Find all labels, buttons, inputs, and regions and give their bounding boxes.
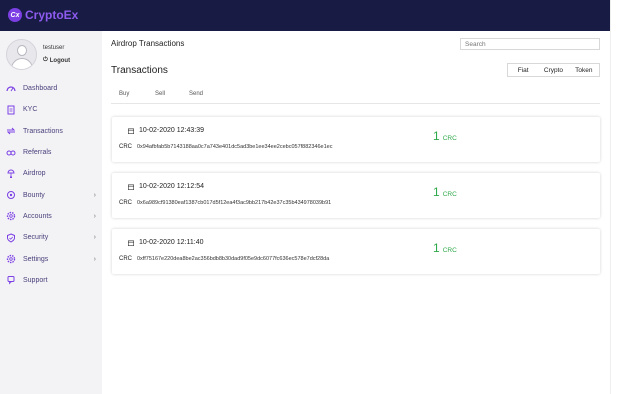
filter-token-button[interactable]: Token [569, 64, 599, 76]
brand-name: CryptoEx [25, 8, 79, 22]
brand-logo[interactable]: Cx CryptoEx [8, 8, 78, 22]
transaction-date: 10-02-2020 12:12:54 [139, 183, 204, 190]
logout-label: Logout [49, 57, 71, 64]
sidebar-item-transactions[interactable]: Transactions [0, 121, 102, 142]
sidebar-item-accounts[interactable]: Accounts › [0, 206, 102, 227]
calendar-icon [128, 184, 134, 190]
kyc-document-icon [6, 105, 16, 115]
tab-buy[interactable]: Buy [119, 91, 129, 97]
page-title: Airdrop Transactions [111, 39, 185, 48]
tab-send[interactable]: Send [189, 91, 203, 97]
avatar [6, 39, 37, 70]
logout-button[interactable]: ⏻ Logout [43, 57, 70, 64]
sidebar-item-kyc[interactable]: KYC [0, 99, 102, 120]
chevron-right-icon: › [93, 191, 96, 199]
transaction-hash[interactable]: 0x94afbfab5b7143188aa0c7a743e401dc5ad3be… [137, 144, 332, 150]
calendar-icon [128, 128, 134, 134]
transaction-hash[interactable]: 0x6a989cf91380eaf1387cb017d5f12ea4f3ac9b… [137, 200, 331, 206]
logo-icon: Cx [8, 8, 22, 22]
scrollbar[interactable] [610, 0, 618, 394]
filter-fiat-button[interactable]: Fiat [508, 64, 538, 76]
transaction-amount: 1 CRC [433, 241, 457, 255]
airdrop-icon [6, 169, 16, 179]
filter-crypto-button[interactable]: Crypto [538, 64, 568, 76]
search-input[interactable] [460, 38, 600, 50]
accounts-gear-icon [6, 211, 16, 221]
transaction-hash[interactable]: 0xff75167e220dea8be2ac356bdb8b30dad9f05e… [137, 256, 329, 262]
sidebar-item-settings[interactable]: Settings › [0, 248, 102, 269]
support-icon [6, 275, 16, 285]
transaction-card: 10-02-2020 12:11:40 CRC 0xff75167e220dea… [112, 229, 600, 274]
transaction-subtabs: Buy Sell Send [111, 85, 600, 104]
sidebar-item-dashboard[interactable]: Dashboard [0, 78, 102, 99]
calendar-icon [128, 240, 134, 246]
sidebar-item-referrals[interactable]: Referrals [0, 142, 102, 163]
transaction-amount: 1 CRC [433, 129, 457, 143]
top-bar: Cx CryptoEx [0, 0, 610, 31]
logout-icon: ⏻ [43, 57, 48, 63]
sidebar-item-airdrop[interactable]: Airdrop [0, 163, 102, 184]
transaction-date: 10-02-2020 12:43:39 [139, 127, 204, 134]
currency-type-toggle: Fiat Crypto Token [507, 63, 600, 77]
transaction-card: 10-02-2020 12:12:54 CRC 0x6a989cf91380ea… [112, 173, 600, 218]
transaction-amount: 1 CRC [433, 185, 457, 199]
bounty-icon [6, 190, 16, 200]
section-title: Transactions [111, 65, 168, 76]
security-shield-icon [6, 233, 16, 243]
settings-gear-icon [6, 254, 16, 264]
chevron-right-icon: › [93, 234, 96, 242]
transaction-currency: CRC [119, 200, 132, 206]
transaction-date: 10-02-2020 12:11:40 [139, 239, 204, 246]
chevron-right-icon: › [93, 212, 96, 220]
referrals-icon [6, 148, 16, 158]
dashboard-icon [6, 84, 16, 94]
sidebar: testuser ⏻ Logout Dashboard KYC Transact… [0, 31, 102, 394]
sidebar-item-security[interactable]: Security › [0, 227, 102, 248]
sidebar-item-bounty[interactable]: Bounty › [0, 184, 102, 205]
transaction-card: 10-02-2020 12:43:39 CRC 0x94afbfab5b7143… [112, 117, 600, 162]
username: testuser [43, 45, 65, 51]
transaction-currency: CRC [119, 256, 132, 262]
sidebar-nav: Dashboard KYC Transactions Referrals Air… [0, 78, 102, 291]
user-panel: testuser ⏻ Logout [6, 39, 70, 70]
sidebar-item-support[interactable]: Support [0, 270, 102, 291]
transactions-icon [6, 126, 16, 136]
chevron-right-icon: › [93, 255, 96, 263]
transaction-currency: CRC [119, 144, 132, 150]
tab-sell[interactable]: Sell [155, 91, 165, 97]
